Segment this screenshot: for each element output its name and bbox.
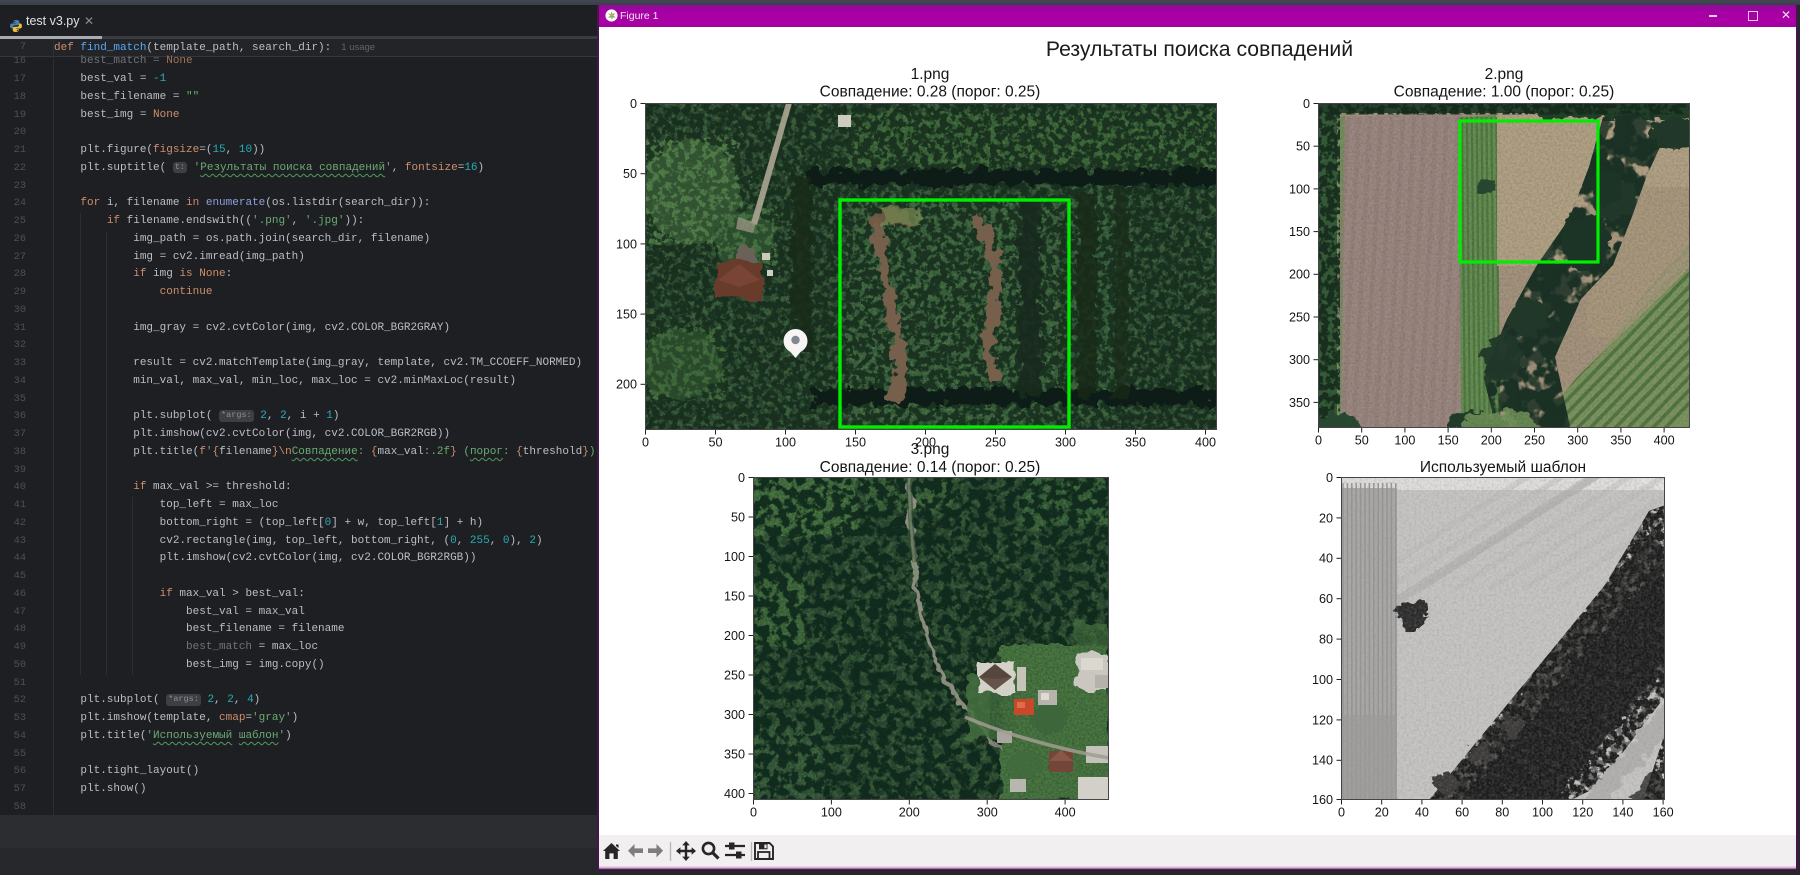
svg-text:80: 80 bbox=[1319, 633, 1333, 647]
svg-text:100: 100 bbox=[616, 237, 637, 251]
svg-text:200: 200 bbox=[915, 436, 936, 450]
svg-text:50: 50 bbox=[708, 436, 722, 450]
svg-text:0: 0 bbox=[1303, 97, 1310, 111]
svg-text:Совпадение: 1.00 (порог: 0.25): Совпадение: 1.00 (порог: 0.25) bbox=[1394, 84, 1615, 101]
svg-text:400: 400 bbox=[724, 787, 745, 801]
svg-text:100: 100 bbox=[1394, 434, 1415, 448]
svg-text:160: 160 bbox=[1653, 806, 1674, 820]
svg-text:50: 50 bbox=[731, 510, 745, 524]
svg-text:50: 50 bbox=[623, 167, 637, 181]
svg-text:300: 300 bbox=[1289, 353, 1310, 367]
svg-text:250: 250 bbox=[1524, 434, 1545, 448]
svg-text:20: 20 bbox=[1319, 511, 1333, 525]
svg-text:140: 140 bbox=[1612, 806, 1633, 820]
svg-text:250: 250 bbox=[985, 436, 1006, 450]
svg-text:0: 0 bbox=[630, 97, 637, 111]
svg-text:50: 50 bbox=[1296, 140, 1310, 154]
svg-text:100: 100 bbox=[775, 436, 796, 450]
svg-text:350: 350 bbox=[1610, 434, 1631, 448]
svg-text:60: 60 bbox=[1455, 806, 1469, 820]
svg-text:Совпадение: 0.14 (порог: 0.25): Совпадение: 0.14 (порог: 0.25) bbox=[820, 459, 1041, 476]
svg-text:0: 0 bbox=[1315, 434, 1322, 448]
svg-text:250: 250 bbox=[1289, 310, 1310, 324]
svg-text:100: 100 bbox=[724, 550, 745, 564]
svg-text:120: 120 bbox=[1312, 713, 1333, 727]
svg-text:200: 200 bbox=[616, 378, 637, 392]
svg-text:100: 100 bbox=[821, 806, 842, 820]
svg-text:140: 140 bbox=[1312, 754, 1333, 768]
svg-text:350: 350 bbox=[724, 747, 745, 761]
svg-text:100: 100 bbox=[1532, 806, 1553, 820]
svg-text:150: 150 bbox=[616, 308, 637, 322]
svg-text:40: 40 bbox=[1415, 806, 1429, 820]
svg-text:400: 400 bbox=[1654, 434, 1675, 448]
svg-text:250: 250 bbox=[724, 668, 745, 682]
svg-text:0: 0 bbox=[750, 806, 757, 820]
svg-text:200: 200 bbox=[724, 629, 745, 643]
svg-text:200: 200 bbox=[1289, 268, 1310, 282]
svg-text:200: 200 bbox=[1481, 434, 1502, 448]
svg-text:2.png: 2.png bbox=[1485, 66, 1524, 83]
svg-text:300: 300 bbox=[724, 708, 745, 722]
svg-text:0: 0 bbox=[642, 436, 649, 450]
svg-text:60: 60 bbox=[1319, 592, 1333, 606]
svg-text:20: 20 bbox=[1375, 806, 1389, 820]
svg-text:0: 0 bbox=[738, 471, 745, 485]
svg-text:50: 50 bbox=[1355, 434, 1369, 448]
svg-text:300: 300 bbox=[1055, 436, 1076, 450]
svg-text:120: 120 bbox=[1572, 806, 1593, 820]
svg-text:150: 150 bbox=[1438, 434, 1459, 448]
svg-text:100: 100 bbox=[1289, 182, 1310, 196]
svg-text:160: 160 bbox=[1312, 793, 1333, 807]
svg-text:Совпадение: 0.28 (порог: 0.25): Совпадение: 0.28 (порог: 0.25) bbox=[820, 84, 1041, 101]
svg-text:150: 150 bbox=[845, 436, 866, 450]
svg-text:0: 0 bbox=[1338, 806, 1345, 820]
svg-text:Используемый шаблон: Используемый шаблон bbox=[1420, 459, 1586, 476]
svg-text:350: 350 bbox=[1125, 436, 1146, 450]
svg-text:300: 300 bbox=[977, 806, 998, 820]
svg-text:350: 350 bbox=[1289, 396, 1310, 410]
svg-text:40: 40 bbox=[1319, 552, 1333, 566]
svg-text:150: 150 bbox=[1289, 225, 1310, 239]
svg-text:0: 0 bbox=[1326, 471, 1333, 485]
svg-text:100: 100 bbox=[1312, 673, 1333, 687]
svg-text:Результаты поиска совпадений: Результаты поиска совпадений bbox=[1046, 38, 1353, 61]
svg-text:400: 400 bbox=[1195, 436, 1216, 450]
svg-text:300: 300 bbox=[1567, 434, 1588, 448]
svg-text:1.png: 1.png bbox=[911, 66, 950, 83]
svg-text:200: 200 bbox=[899, 806, 920, 820]
svg-text:80: 80 bbox=[1495, 806, 1509, 820]
svg-text:400: 400 bbox=[1055, 806, 1076, 820]
svg-text:150: 150 bbox=[724, 589, 745, 603]
